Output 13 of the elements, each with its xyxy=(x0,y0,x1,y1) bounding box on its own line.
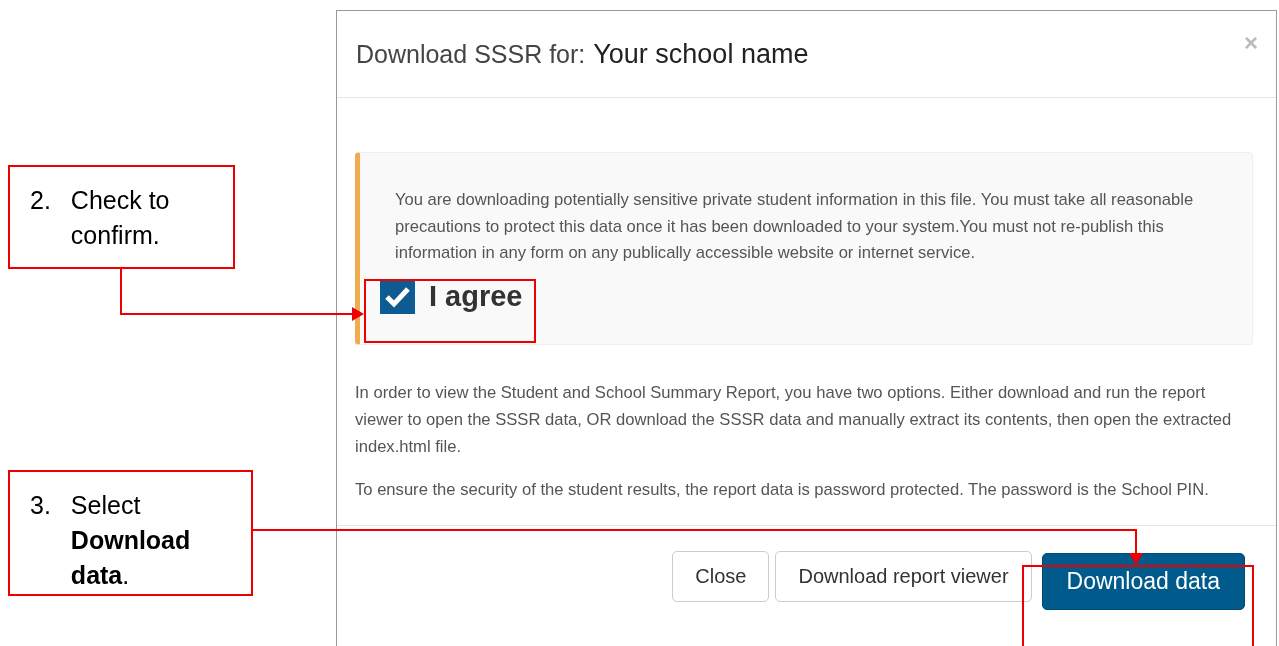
step-text: Check to confirm. xyxy=(70,185,171,251)
step-text: Select Download data. xyxy=(70,490,192,591)
school-name: Your school name xyxy=(593,38,809,70)
info-text: To ensure the security of the student results, the report data is password protected. The password is the School PIN. xyxy=(355,479,1210,501)
info-text: In order to view the Student and School Summary Report, you have two options. Either download and run the report viewer to open the SSSR data, OR download the SSSR data and manually extract its contents, then open the extracted index.html file. xyxy=(355,382,1233,458)
agree-label: I agree xyxy=(429,279,523,313)
dialog-button[interactable]: Download report viewer xyxy=(775,551,1032,602)
dialog-title: Download SSSR for: xyxy=(356,39,586,69)
warning-text: You are downloading potentially sensitive private student information in this file. You must take all reasonable precautions to protect this data once it has been downloaded to your system.You must not re-publish this information in any form on any publically accessible website or internet service. xyxy=(395,189,1195,264)
dialog-button[interactable]: Close xyxy=(672,551,770,602)
download-data-button[interactable]: Download data xyxy=(1041,553,1245,610)
step-number: 3. xyxy=(30,490,51,521)
step-number: 2. xyxy=(30,185,51,216)
